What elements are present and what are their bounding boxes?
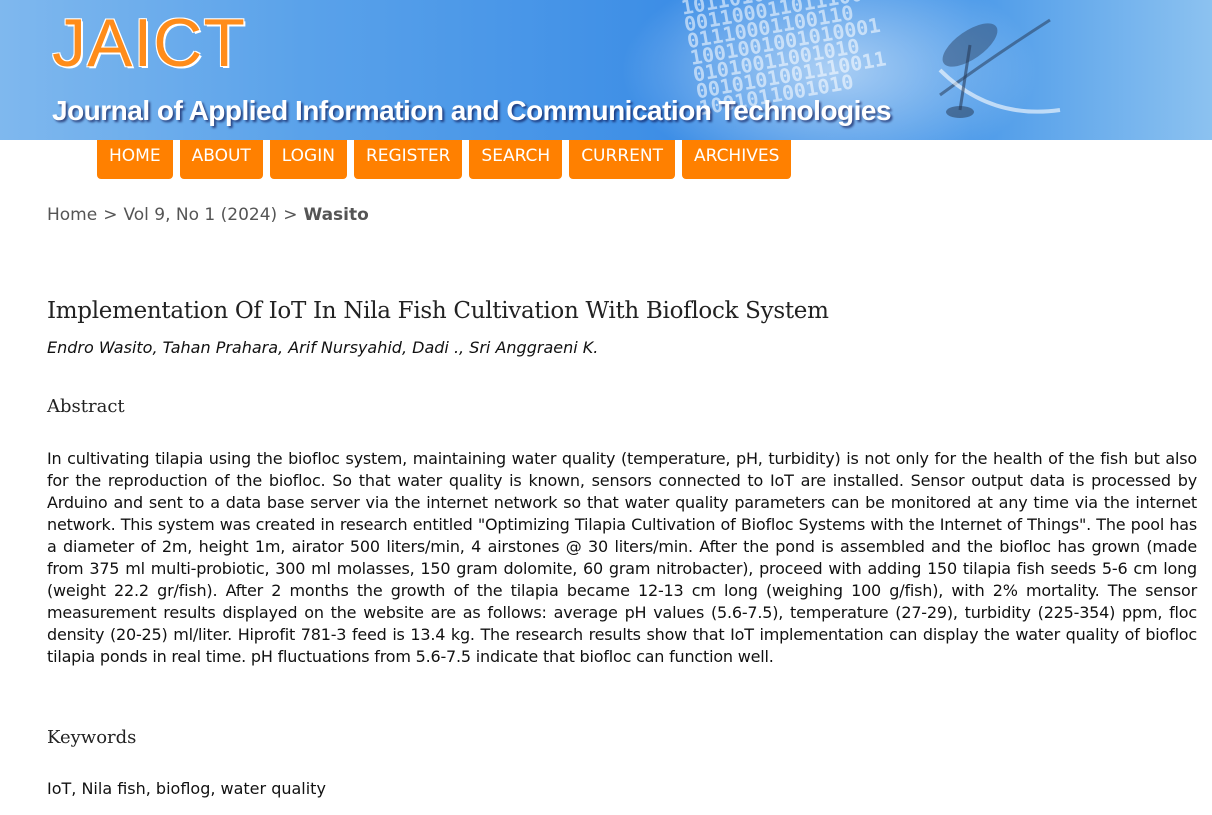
nav-current-button[interactable]: CURRENT — [569, 140, 675, 179]
article-authors: Endro Wasito, Tahan Prahara, Arif Nursya… — [47, 338, 599, 357]
breadcrumb-separator: > — [103, 205, 118, 225]
main-navigation: HOME ABOUT LOGIN REGISTER SEARCH CURRENT… — [97, 140, 792, 179]
keywords-heading: Keywords — [47, 727, 137, 748]
breadcrumb-separator: > — [283, 205, 298, 225]
breadcrumb: Home > Vol 9, No 1 (2024) > Wasito — [47, 205, 369, 225]
journal-logo[interactable]: JAICT — [52, 4, 246, 82]
nav-home-button[interactable]: HOME — [97, 140, 173, 179]
breadcrumb-issue-link[interactable]: Vol 9, No 1 (2024) — [123, 205, 277, 225]
nav-about-button[interactable]: ABOUT — [179, 140, 263, 179]
nav-archives-button[interactable]: ARCHIVES — [681, 140, 792, 179]
site-header-banner: 10110100101 0011000110111000 01110001100… — [0, 0, 1212, 140]
breadcrumb-current: Wasito — [303, 205, 369, 225]
keywords-text: IoT, Nila fish, bioflog, water quality — [47, 779, 326, 798]
journal-name: Journal of Applied Information and Commu… — [52, 95, 892, 126]
nav-search-button[interactable]: SEARCH — [469, 140, 563, 179]
article-title: Implementation Of IoT In Nila Fish Culti… — [47, 298, 829, 324]
nav-register-button[interactable]: REGISTER — [353, 140, 463, 179]
breadcrumb-home-link[interactable]: Home — [47, 205, 97, 225]
satellite-dish-icon — [938, 18, 1061, 118]
abstract-text: In cultivating tilapia using the biofloc… — [47, 449, 1197, 666]
nav-login-button[interactable]: LOGIN — [269, 140, 347, 179]
abstract-heading: Abstract — [47, 396, 125, 417]
